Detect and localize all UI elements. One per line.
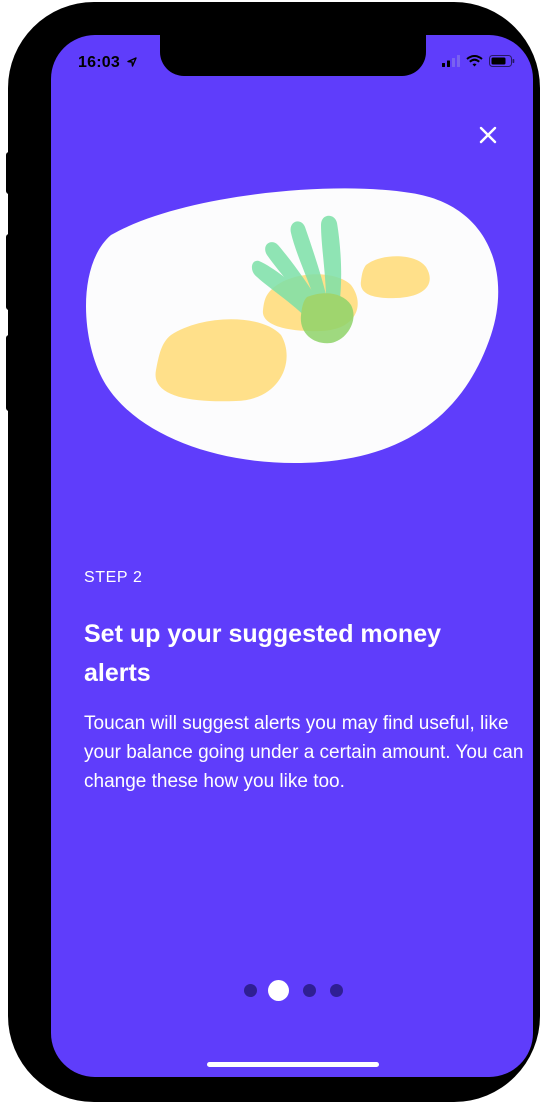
page-dot-2-active[interactable]: [268, 980, 289, 1001]
status-time: 16:03: [78, 54, 137, 72]
home-indicator[interactable]: [207, 1062, 379, 1067]
page-dot-3[interactable]: [303, 984, 316, 997]
onboarding-description: Toucan will suggest alerts you may find …: [84, 713, 524, 792]
signal-icon: [442, 55, 460, 67]
onboarding-title: Set up your suggested money alerts: [84, 620, 442, 687]
page-dot-4[interactable]: [330, 984, 343, 997]
wifi-icon: [466, 55, 483, 67]
battery-icon: [489, 55, 515, 67]
page-dot-1[interactable]: [244, 984, 257, 997]
app-screen: 16:03 STEP 2 Set up your suggested money…: [51, 35, 533, 1077]
volume-up-button: [6, 234, 14, 310]
notch: [160, 35, 426, 76]
volume-down-button: [6, 335, 14, 411]
step-label: STEP 2: [84, 569, 143, 586]
phone-frame: 16:03 STEP 2 Set up your suggested money…: [6, 2, 540, 1102]
status-time-text: 16:03: [78, 54, 120, 71]
close-icon[interactable]: [477, 124, 499, 146]
page-indicator[interactable]: [244, 980, 357, 1001]
status-icons: [442, 55, 515, 67]
location-arrow-icon: [126, 57, 137, 67]
money-alerts-illustration: [86, 188, 499, 464]
coin-small: [360, 256, 430, 299]
mute-switch: [6, 152, 14, 194]
